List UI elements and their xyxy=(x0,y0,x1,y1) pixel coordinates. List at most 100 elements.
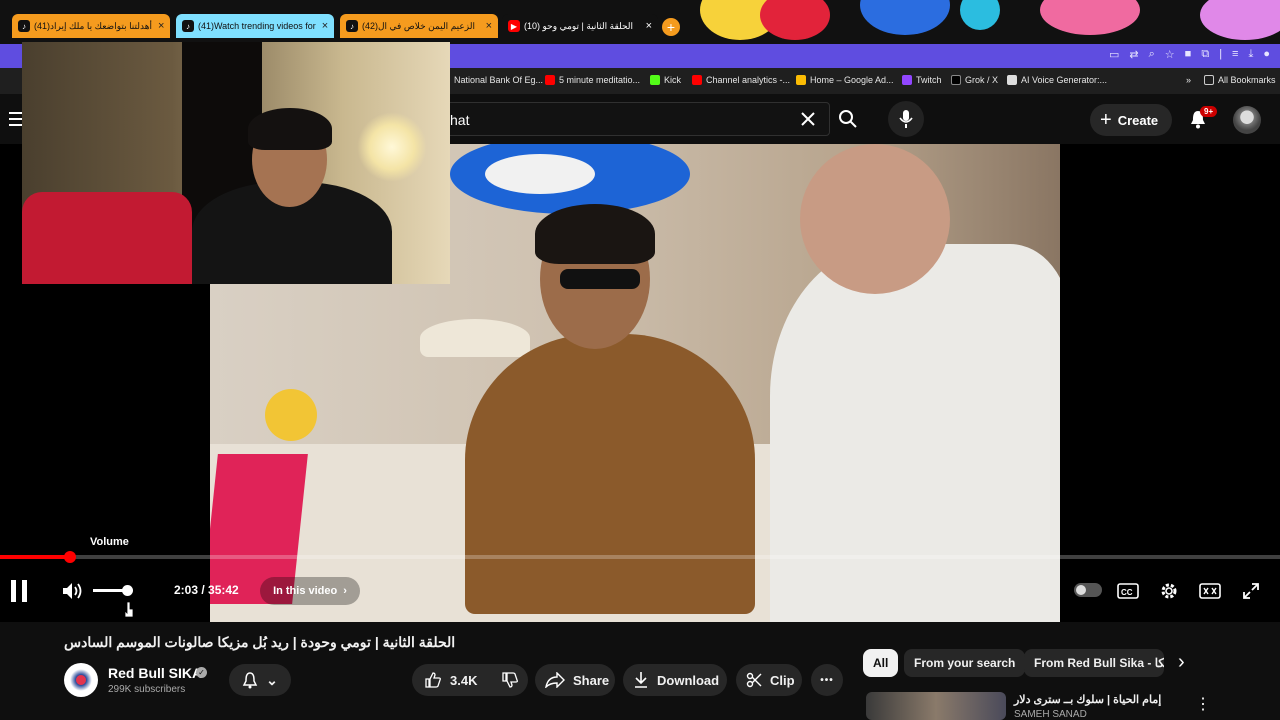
bookmark-item[interactable]: Twitch xyxy=(902,75,942,85)
folder-icon xyxy=(1204,75,1214,85)
chip-from-your-search[interactable]: From your search xyxy=(904,649,1026,677)
browser-tab[interactable]: ♪ (41)أهدلتنا بتواضعك يا ملك إيراد × xyxy=(12,14,170,38)
voice-generator-icon xyxy=(1007,75,1017,85)
guest-hair xyxy=(535,204,655,264)
more-icon: ••• xyxy=(820,674,834,686)
bookmark-item[interactable]: AI Voice Generator:... xyxy=(1007,75,1107,85)
guest-sunglasses xyxy=(560,269,640,289)
tab-title: (42)الزعيم اليمن خلاص في ال xyxy=(362,20,475,31)
clip-button[interactable]: Clip xyxy=(736,664,802,696)
channel-logo xyxy=(70,669,92,691)
fullscreen-button[interactable] xyxy=(1239,579,1263,603)
kick-icon xyxy=(650,75,660,85)
decor-shape xyxy=(1040,0,1140,35)
create-button[interactable]: + Create xyxy=(1090,104,1172,136)
extension-icon[interactable]: ■ xyxy=(1185,48,1192,61)
volume-tooltip: Volume xyxy=(90,536,129,548)
chip-all[interactable]: All xyxy=(863,649,899,677)
pause-button[interactable] xyxy=(6,578,32,604)
tab-title: (10) الحلقة الثانية | تومي وحو xyxy=(524,20,634,31)
in-this-video-button[interactable]: In this video › xyxy=(260,577,360,605)
tiktok-icon: ♪ xyxy=(18,20,30,32)
dislike-button[interactable] xyxy=(489,671,531,689)
bookmarks-more-label: » xyxy=(1186,75,1192,85)
chip-from-channel[interactable]: From Red Bull Sika - ريد بُل مزيكا xyxy=(1024,649,1164,677)
bookmark-label: National Bank Of Eg... xyxy=(454,75,544,85)
gear-icon xyxy=(1161,583,1177,599)
download-button[interactable]: Download xyxy=(623,664,727,696)
address-bar-icons: ▭ ⇄ ⌕ ☆ ■ ⧉ | ≡ ⤓ ● xyxy=(1109,48,1270,61)
wall-logo-decor xyxy=(485,154,595,194)
tab-close-button[interactable]: × xyxy=(152,20,164,32)
recommendation-menu-button[interactable]: ⋮ xyxy=(1195,694,1211,714)
share-label: Share xyxy=(573,672,610,688)
browser-tab[interactable]: ♪ (41)Watch trending videos for × xyxy=(176,14,334,38)
cast-icon[interactable]: ▭ xyxy=(1109,48,1119,61)
chevron-right-icon[interactable]: › xyxy=(1178,651,1185,674)
tab-close-button[interactable]: × xyxy=(316,20,328,32)
account-avatar[interactable] xyxy=(1233,106,1261,134)
progress-bar[interactable] xyxy=(0,551,1280,563)
bookmark-item[interactable]: Grok / X xyxy=(951,75,998,85)
channel-name[interactable]: Red Bull SIKA xyxy=(108,665,202,681)
youtube-icon xyxy=(545,75,555,85)
host-head xyxy=(800,144,950,294)
browser-tab-strip: ♪ (41)أهدلتنا بتواضعك يا ملك إيراد × ♪ (… xyxy=(0,0,1280,44)
volume-slider[interactable] xyxy=(93,585,134,596)
like-dislike-group: 3.4K xyxy=(412,664,528,696)
browser-tab-active[interactable]: ▶ (10) الحلقة الثانية | تومي وحو × xyxy=(502,14,658,38)
chevron-right-icon: › xyxy=(343,585,347,597)
bookmark-label: Home – Google Ad... xyxy=(810,75,894,85)
bookmarks-more-button[interactable]: » xyxy=(1186,75,1191,85)
streamer-hair xyxy=(248,108,332,150)
download-label: Download xyxy=(657,672,720,688)
bookmark-item[interactable]: Kick xyxy=(650,75,681,85)
profile-icon[interactable]: ● xyxy=(1263,48,1270,61)
search-icon xyxy=(839,110,857,128)
volume-icon xyxy=(63,583,82,599)
like-button[interactable]: 3.4K xyxy=(412,671,489,689)
in-this-video-label: In this video xyxy=(273,585,338,597)
new-tab-button[interactable]: + xyxy=(662,18,680,36)
bookmark-item[interactable]: 5 minute meditatio... xyxy=(545,75,640,85)
media-icon[interactable]: ≡ xyxy=(1232,48,1238,61)
mute-button[interactable] xyxy=(60,579,86,603)
progress-played xyxy=(0,555,71,559)
subscription-bell-button[interactable]: ⌄ xyxy=(229,664,291,696)
clear-search-button[interactable] xyxy=(790,101,826,137)
tab-close-button[interactable]: × xyxy=(640,20,652,32)
bell-icon xyxy=(242,672,258,689)
bookmark-item[interactable]: Home – Google Ad... xyxy=(796,75,894,85)
channel-avatar[interactable] xyxy=(64,663,98,697)
theater-mode-button[interactable] xyxy=(1198,579,1222,603)
twitch-icon xyxy=(902,75,912,85)
bookmark-star-icon[interactable]: ☆ xyxy=(1165,48,1175,61)
webcam-overlay xyxy=(22,42,450,284)
search-input[interactable] xyxy=(440,102,830,136)
autoplay-toggle[interactable] xyxy=(1074,583,1102,597)
bookmark-item[interactable]: National Bank Of Eg... xyxy=(454,75,543,85)
svg-text:CC: CC xyxy=(1121,588,1133,597)
yellow-lamp xyxy=(265,389,317,441)
puzzle-icon[interactable]: ⧉ xyxy=(1201,48,1209,61)
tab-close-button[interactable]: × xyxy=(480,20,492,32)
more-actions-button[interactable]: ••• xyxy=(811,664,843,696)
download-icon[interactable]: ⤓ xyxy=(1248,48,1253,61)
all-bookmarks-button[interactable]: All Bookmarks xyxy=(1204,75,1276,85)
captions-button[interactable]: CC xyxy=(1116,579,1140,603)
bookmark-item[interactable]: Channel analytics -... xyxy=(692,75,790,85)
browser-tab[interactable]: ♪ (42)الزعيم اليمن خلاص في ال × xyxy=(340,14,498,38)
share-button[interactable]: Share xyxy=(535,664,615,696)
x-icon xyxy=(951,75,961,85)
translate-icon[interactable]: ⇄ xyxy=(1129,48,1138,61)
create-label: Create xyxy=(1117,112,1159,128)
recommendation-thumbnail[interactable] xyxy=(866,692,1006,720)
bookmark-label: Grok / X xyxy=(965,75,999,85)
separator-icon: | xyxy=(1219,48,1223,60)
search-button[interactable] xyxy=(830,101,866,137)
zoom-icon[interactable]: ⌕ xyxy=(1149,48,1155,61)
recommendation-title[interactable]: إمام الحياة | سلوك بــ سترى دلار xyxy=(1014,693,1161,706)
voice-search-button[interactable] xyxy=(888,101,924,137)
settings-button[interactable] xyxy=(1157,579,1181,603)
decor-shape xyxy=(760,0,830,40)
